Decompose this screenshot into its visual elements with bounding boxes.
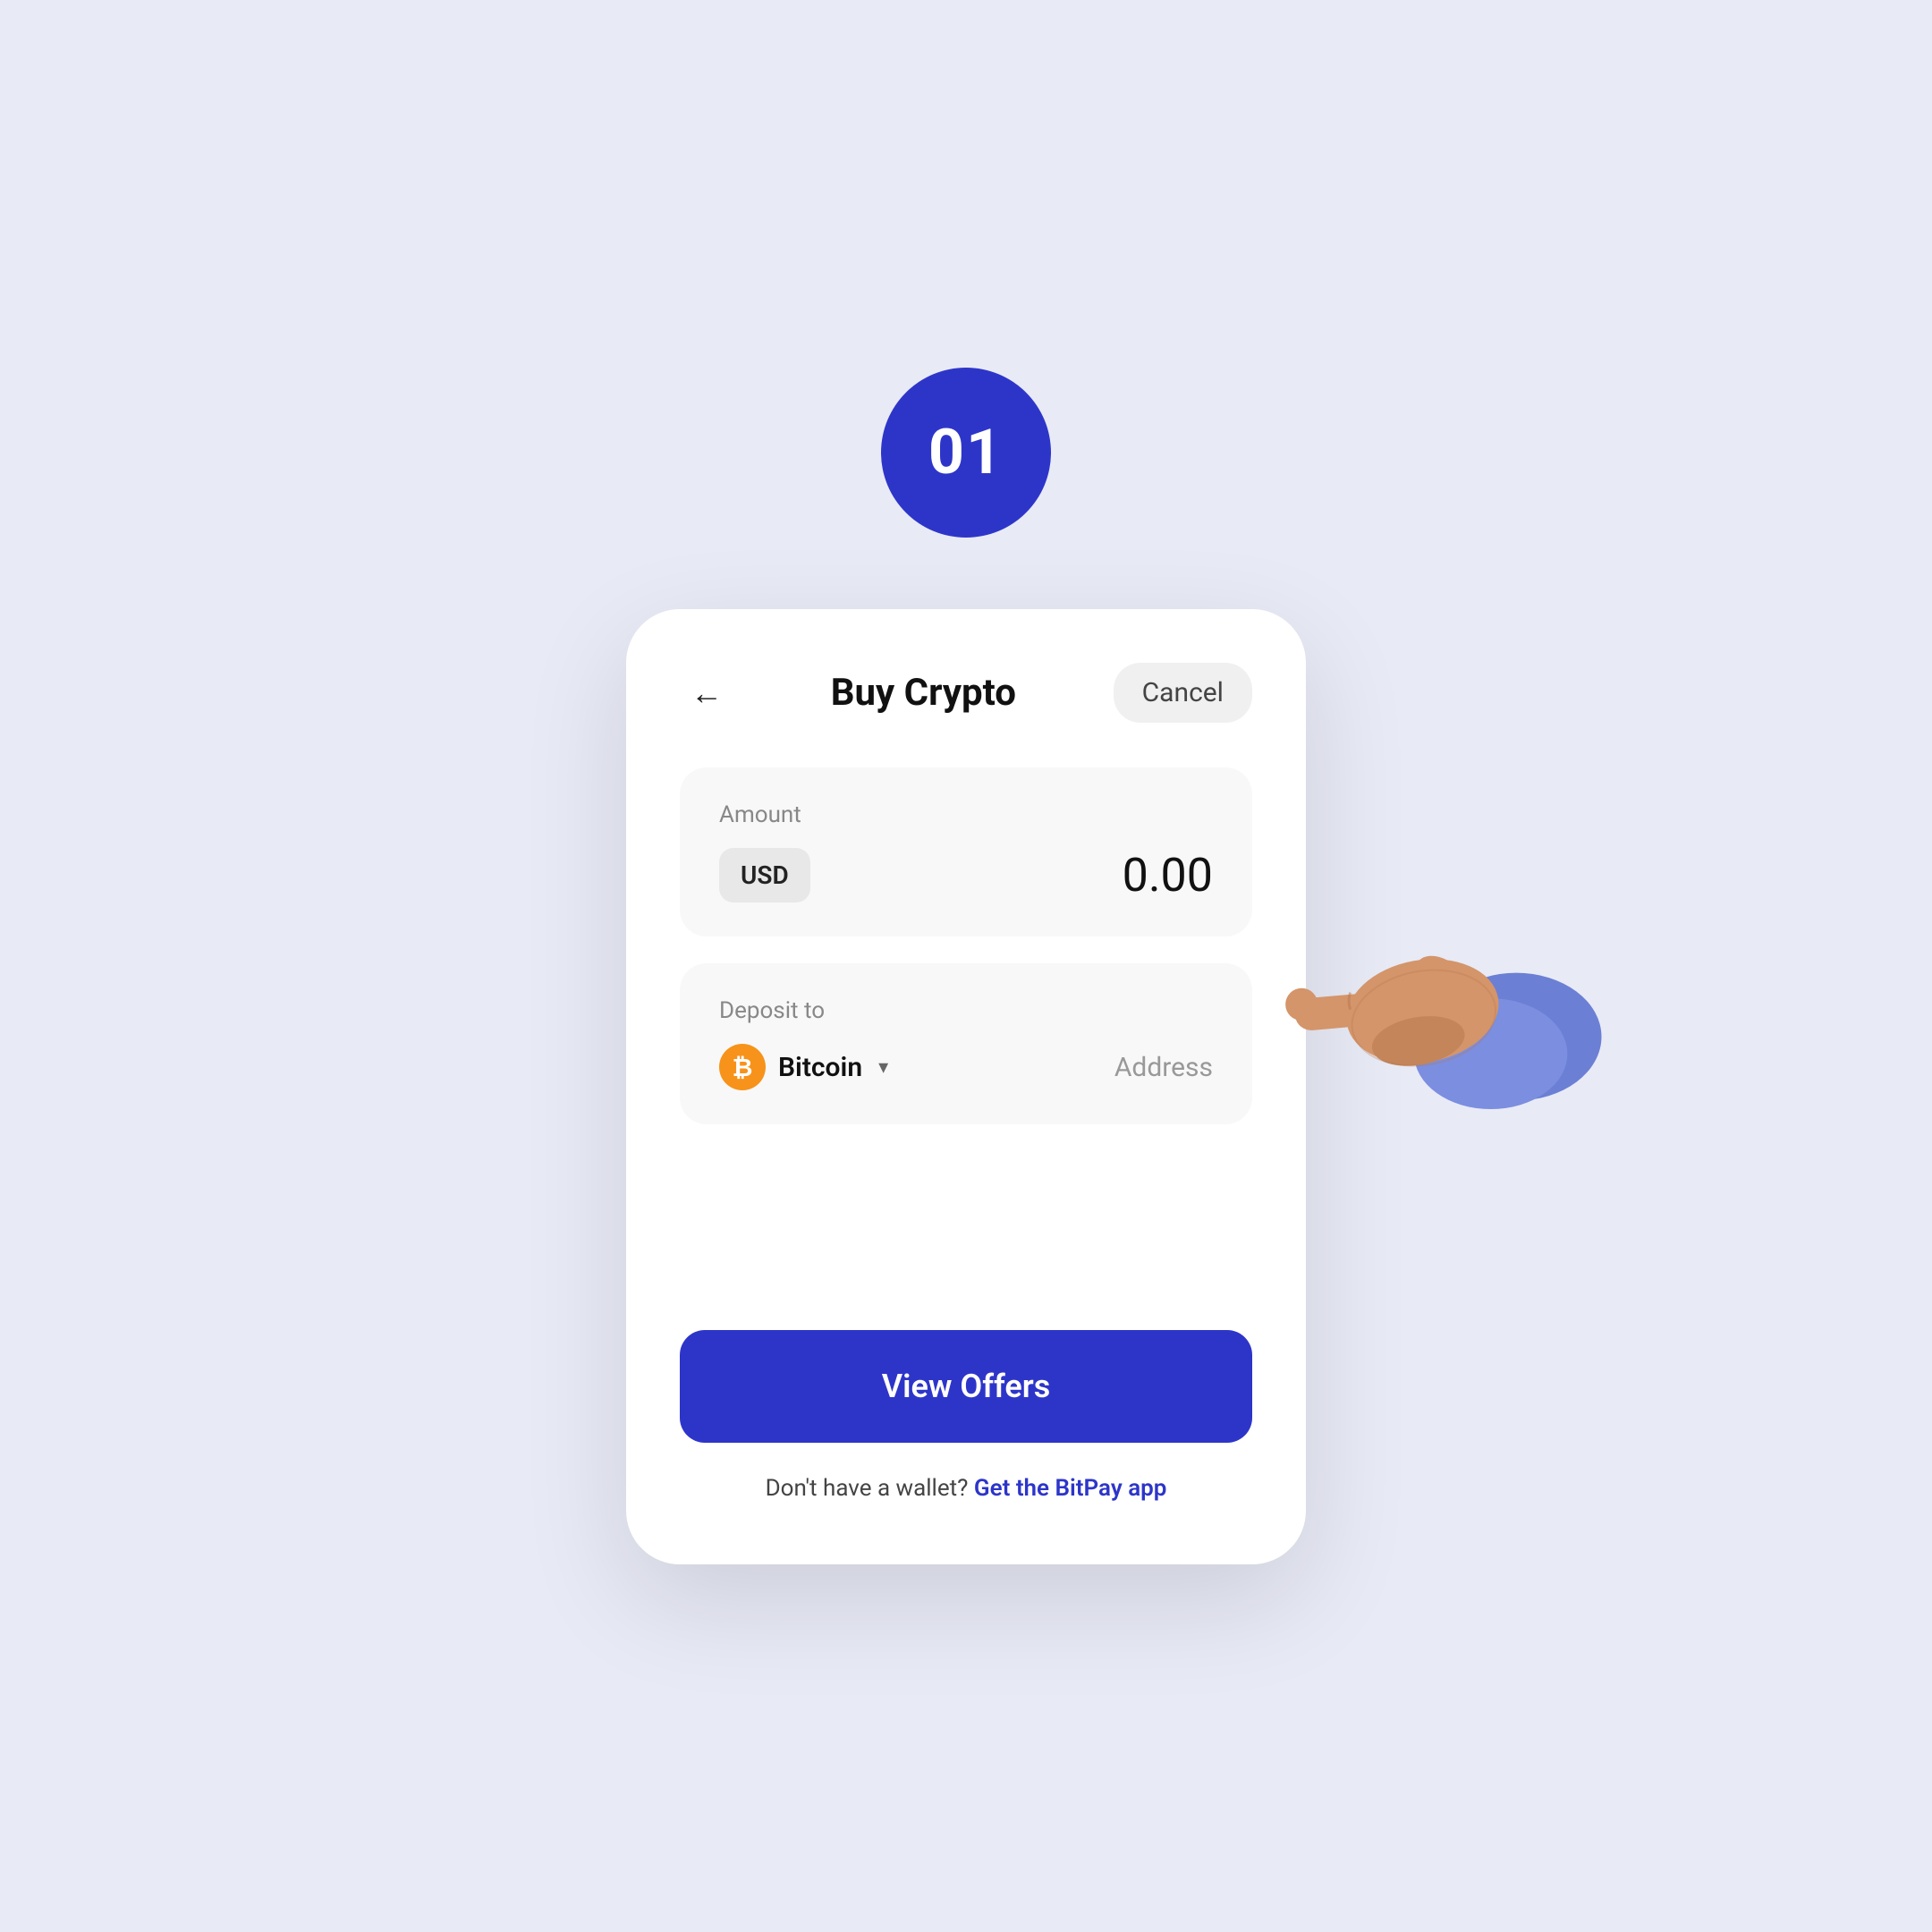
step-number: 01 <box>928 416 1004 489</box>
amount-value[interactable]: 0.00 <box>1123 848 1213 902</box>
spacer <box>680 1151 1252 1330</box>
amount-section: Amount USD 0.00 <box>680 767 1252 936</box>
bitcoin-icon: ₿ <box>719 1044 766 1090</box>
amount-label: Amount <box>719 801 1213 828</box>
get-bitpay-link[interactable]: Get the BitPay app <box>974 1475 1167 1502</box>
phone-header: ← Buy Crypto Cancel <box>680 663 1252 723</box>
deposit-label: Deposit to <box>719 997 1213 1024</box>
wallet-prompt-text: Don't have a wallet? <box>766 1475 969 1502</box>
view-offers-button[interactable]: View Offers <box>680 1330 1252 1443</box>
back-button[interactable]: ← <box>680 666 733 720</box>
crypto-selector[interactable]: ₿ Bitcoin ▾ <box>719 1044 888 1090</box>
phone-card: ← Buy Crypto Cancel Amount USD 0.00 Depo… <box>626 609 1306 1564</box>
crypto-name: Bitcoin <box>778 1052 862 1083</box>
amount-row: USD 0.00 <box>719 848 1213 902</box>
cancel-button[interactable]: Cancel <box>1114 663 1252 723</box>
phone-wrapper: ← Buy Crypto Cancel Amount USD 0.00 Depo… <box>626 609 1306 1564</box>
back-arrow-icon: ← <box>691 674 723 712</box>
step-badge: 01 <box>881 368 1051 538</box>
deposit-section: Deposit to ₿ Bitcoin ▾ Address <box>680 963 1252 1124</box>
page-container: 01 ← Buy Crypto Cancel Amount USD 0.00 <box>0 0 1932 1932</box>
address-field[interactable]: Address <box>1114 1052 1213 1083</box>
chevron-down-icon: ▾ <box>878 1056 888 1079</box>
deposit-row: ₿ Bitcoin ▾ Address <box>719 1044 1213 1090</box>
wallet-prompt: Don't have a wallet? Get the BitPay app <box>680 1475 1252 1502</box>
hand-illustration <box>1252 860 1610 1146</box>
currency-badge[interactable]: USD <box>719 848 810 902</box>
page-title: Buy Crypto <box>831 671 1016 715</box>
